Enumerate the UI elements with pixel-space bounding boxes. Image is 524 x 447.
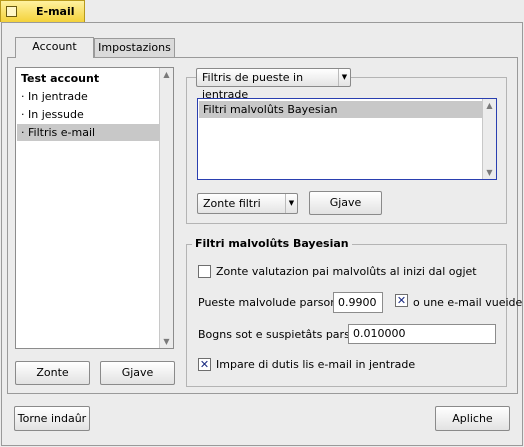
scroll-down-arrow-icon[interactable]: ▼ bbox=[160, 335, 173, 348]
tab-account-label: Account bbox=[32, 40, 77, 53]
accounts-list-scrollbar[interactable]: ▲ ▼ bbox=[159, 68, 173, 348]
remove-filter-button[interactable]: Gjave bbox=[309, 191, 382, 215]
scroll-up-arrow-icon[interactable]: ▲ bbox=[160, 68, 173, 81]
window-title-tab[interactable]: E-mail bbox=[0, 0, 85, 22]
list-item-bayesian-filter[interactable]: Filtri malvolûts Bayesian bbox=[199, 101, 482, 118]
filters-list[interactable]: Filtri malvolûts Bayesian ▲ ▼ bbox=[197, 98, 497, 180]
filters-list-scrollbar[interactable]: ▲ ▼ bbox=[482, 99, 496, 179]
list-item-test-account[interactable]: Test account bbox=[17, 70, 159, 87]
scroll-up-arrow-icon[interactable]: ▲ bbox=[483, 99, 496, 112]
revert-button[interactable]: Torne indaûr bbox=[14, 406, 90, 431]
spam-threshold-label: Pueste malvolude parsore: bbox=[198, 296, 345, 309]
uncertain-threshold-label: Bogns sot e suspietâts parsore: bbox=[198, 328, 372, 341]
chevron-down-icon: ▼ bbox=[285, 194, 297, 213]
bayesian-group-title: Filtri malvolûts Bayesian bbox=[192, 237, 352, 250]
learn-label: Impare di dutis lis e-mail in jentrade bbox=[216, 358, 416, 371]
uncertain-threshold-field[interactable]: 0.010000 bbox=[348, 324, 496, 344]
apply-button[interactable]: Apliche bbox=[435, 406, 510, 431]
chevron-down-icon: ▼ bbox=[338, 69, 350, 86]
unknown-checkbox[interactable]: ✕ bbox=[395, 294, 408, 307]
add-account-button[interactable]: Zonte bbox=[15, 361, 90, 385]
tab-impostazions-label: Impostazions bbox=[98, 41, 171, 54]
spam-threshold-field[interactable]: 0.9900 bbox=[333, 292, 383, 313]
add-header-checkbox[interactable] bbox=[198, 265, 211, 278]
remove-account-button[interactable]: Gjave bbox=[100, 361, 175, 385]
checkmark-x-icon: ✕ bbox=[396, 294, 407, 307]
tab-impostazions[interactable]: Impostazions bbox=[94, 38, 175, 58]
checkmark-x-icon: ✕ bbox=[199, 358, 210, 371]
list-item-inbox[interactable]: · In jentrade bbox=[17, 88, 159, 105]
unknown-label: o une e-mail vueide bbox=[413, 296, 523, 309]
window-title: E-mail bbox=[36, 5, 75, 18]
tab-account[interactable]: Account bbox=[15, 37, 94, 58]
add-filter-select[interactable]: Zonte filtri ▼ bbox=[197, 193, 298, 214]
add-header-label: Zonte valutazion pai malvolûts al inizi … bbox=[216, 265, 477, 278]
accounts-list[interactable]: Test account · In jentrade · In jessude … bbox=[15, 67, 174, 349]
learn-checkbox[interactable]: ✕ bbox=[198, 358, 211, 371]
list-item-email-filters[interactable]: · Filtris e-mail bbox=[17, 124, 159, 141]
window-close-box-icon[interactable] bbox=[6, 6, 17, 17]
list-item-outbox[interactable]: · In jessude bbox=[17, 106, 159, 123]
filter-type-select[interactable]: Filtris de pueste in jentrade ▼ bbox=[196, 68, 351, 101]
scroll-down-arrow-icon[interactable]: ▼ bbox=[483, 166, 496, 179]
add-filter-select-value: Zonte filtri bbox=[203, 197, 261, 210]
